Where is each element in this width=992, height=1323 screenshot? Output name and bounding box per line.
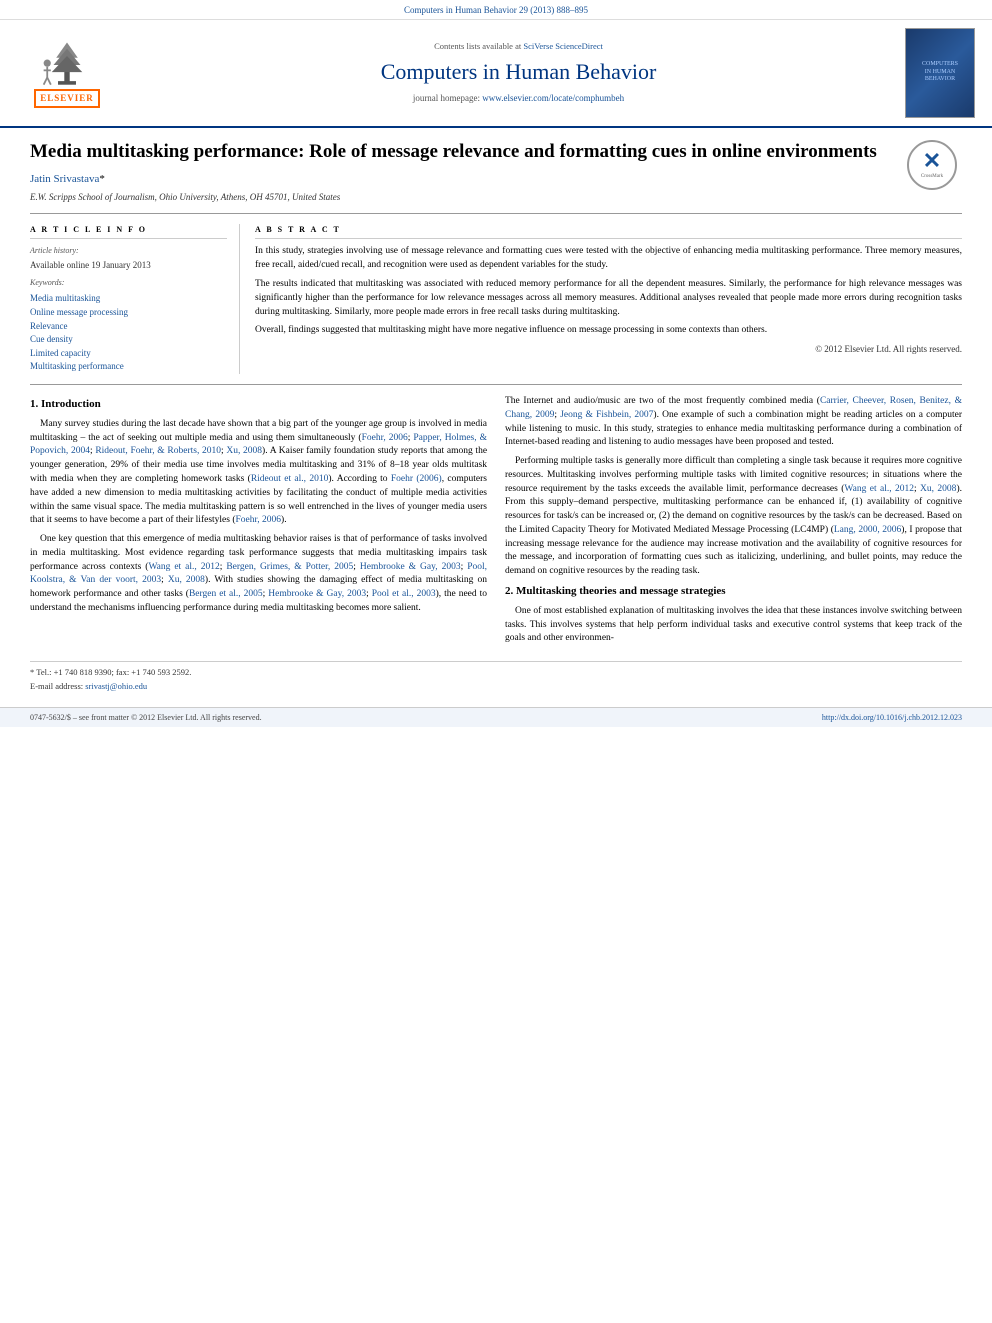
- journal-title: Computers in Human Behavior: [142, 57, 895, 88]
- footer-notes: * Tel.: +1 740 818 9390; fax: +1 740 593…: [30, 661, 962, 693]
- cite-foehr-2006b[interactable]: Foehr (2006): [391, 474, 442, 484]
- crossmark-badge[interactable]: ✕ CrossMark: [907, 140, 962, 195]
- article-info-column: A R T I C L E I N F O Article history: A…: [30, 224, 240, 374]
- journal-header-center: Contents lists available at SciVerse Sci…: [142, 41, 895, 104]
- cite-rideout-2010[interactable]: Rideout, Foehr, & Roberts, 2010: [95, 446, 221, 456]
- cite-bergen-2005[interactable]: Bergen, Grimes, & Potter, 2005: [226, 562, 353, 572]
- keyword-2[interactable]: Online message processing: [30, 306, 227, 319]
- article-author: Jatin Srivastava*: [30, 172, 962, 187]
- cite-rideout-et-al-2010[interactable]: Rideout et al., 2010: [251, 474, 329, 484]
- abstract-para-1: In this study, strategies involving use …: [255, 245, 962, 273]
- cite-xu-2008a[interactable]: Xu, 2008: [226, 446, 262, 456]
- body-left-column: 1. Introduction Many survey studies duri…: [30, 395, 487, 651]
- body-two-col: 1. Introduction Many survey studies duri…: [30, 395, 962, 651]
- homepage-url[interactable]: www.elsevier.com/locate/comphumbeh: [482, 93, 624, 103]
- article-history-label: Article history:: [30, 245, 227, 256]
- sciverse-link[interactable]: SciVerse ScienceDirect: [523, 41, 603, 51]
- abstract-copyright: © 2012 Elsevier Ltd. All rights reserved…: [255, 343, 962, 356]
- abstract-label: A B S T R A C T: [255, 224, 962, 239]
- cite-foehr-2006[interactable]: Foehr, 2006: [362, 433, 408, 443]
- article-info-label: A R T I C L E I N F O: [30, 224, 227, 239]
- footer-tel: * Tel.: +1 740 818 9390; fax: +1 740 593…: [30, 667, 962, 679]
- journal-homepage: journal homepage: www.elsevier.com/locat…: [142, 92, 895, 105]
- journal-cover-image: COMPUTERSIN HUMANBEHAVIOR: [905, 28, 975, 118]
- journal-cover: COMPUTERSIN HUMANBEHAVIOR: [905, 28, 980, 118]
- article-affiliation: E.W. Scripps School of Journalism, Ohio …: [30, 191, 962, 204]
- cite-pool-2003b[interactable]: Pool et al., 2003: [372, 589, 436, 599]
- abstract-text: In this study, strategies involving use …: [255, 245, 962, 338]
- section1-title: Introduction: [41, 398, 101, 410]
- cite-foehr-2006c[interactable]: Foehr, 2006: [236, 515, 282, 525]
- keyword-5[interactable]: Limited capacity: [30, 347, 227, 360]
- footer-email-label: E-mail address:: [30, 681, 85, 691]
- journal-reference: Computers in Human Behavior 29 (2013) 88…: [404, 5, 588, 15]
- cite-lang-2000[interactable]: Lang, 2000, 2006: [834, 525, 901, 535]
- abstract-para-2: The results indicated that multitasking …: [255, 278, 962, 319]
- section2-para-1: One of most established explanation of m…: [505, 605, 962, 646]
- journal-header: ELSEVIER Contents lists available at Sci…: [0, 20, 992, 128]
- section1-heading: 1. Introduction: [30, 397, 487, 413]
- cite-hembrooke-2003[interactable]: Hembrooke & Gay, 2003: [360, 562, 461, 572]
- section1-para-1: Many survey studies during the last deca…: [30, 418, 487, 528]
- section1-number: 1.: [30, 398, 38, 410]
- article-meta-row: A R T I C L E I N F O Article history: A…: [30, 224, 962, 385]
- article-title: Media multitasking performance: Role of …: [30, 140, 962, 165]
- crossmark-label: CrossMark: [921, 173, 943, 180]
- footer-email-line: E-mail address: srivastj@ohio.edu: [30, 681, 962, 693]
- section1-right-para-2: Performing multiple tasks is generally m…: [505, 455, 962, 579]
- elsevier-brand-text: ELSEVIER: [34, 89, 100, 108]
- keywords-list: Media multitasking Online message proces…: [30, 292, 227, 373]
- cite-wang-2012b[interactable]: Wang et al., 2012: [844, 484, 914, 494]
- author-name[interactable]: Jatin Srivastava: [30, 173, 99, 185]
- author-footnote-star: *: [99, 173, 105, 185]
- keyword-4[interactable]: Cue density: [30, 333, 227, 346]
- available-online: Available online 19 January 2013: [30, 259, 227, 272]
- crossmark-icon: ✕: [923, 150, 941, 172]
- cite-bergen-2005b[interactable]: Bergen et al., 2005: [189, 589, 263, 599]
- keyword-1[interactable]: Media multitasking: [30, 292, 227, 305]
- footer-email-link[interactable]: srivastj@ohio.edu: [85, 681, 147, 691]
- sciverse-line: Contents lists available at SciVerse Sci…: [142, 41, 895, 53]
- section2-number: 2.: [505, 585, 513, 597]
- keyword-3[interactable]: Relevance: [30, 320, 227, 333]
- body-right-column: The Internet and audio/music are two of …: [505, 395, 962, 651]
- abstract-para-3: Overall, findings suggested that multita…: [255, 324, 962, 338]
- section2-title: Multitasking theories and message strate…: [516, 585, 726, 597]
- cite-jeong-2007[interactable]: Jeong & Fishbein, 2007: [560, 410, 653, 420]
- elsevier-logo: ELSEVIER: [12, 38, 122, 108]
- article-content: Media multitasking performance: Role of …: [0, 128, 992, 707]
- section2-heading: 2. Multitasking theories and message str…: [505, 584, 962, 600]
- section1-right-para-1: The Internet and audio/music are two of …: [505, 395, 962, 450]
- bottom-bar: 0747-5632/$ – see front matter © 2012 El…: [0, 707, 992, 727]
- section1-para-2: One key question that this emergence of …: [30, 533, 487, 616]
- bottom-doi[interactable]: http://dx.doi.org/10.1016/j.chb.2012.12.…: [822, 712, 962, 723]
- keyword-6[interactable]: Multitasking performance: [30, 360, 227, 373]
- journal-logo-area: ELSEVIER: [12, 38, 132, 108]
- journal-top-bar: Computers in Human Behavior 29 (2013) 88…: [0, 0, 992, 20]
- cite-xu-2008c[interactable]: Xu, 2008: [920, 484, 956, 494]
- elsevier-tree-icon: [27, 38, 107, 87]
- bottom-copyright: 0747-5632/$ – see front matter © 2012 El…: [30, 712, 262, 723]
- cite-wang-2012[interactable]: Wang et al., 2012: [148, 562, 219, 572]
- article-title-section: Media multitasking performance: Role of …: [30, 140, 962, 215]
- abstract-column: A B S T R A C T In this study, strategie…: [255, 224, 962, 374]
- keywords-label: Keywords:: [30, 277, 227, 288]
- cite-xu-2008b[interactable]: Xu, 2008: [168, 575, 205, 585]
- cite-hembrooke-2003b[interactable]: Hembrooke & Gay, 2003: [268, 589, 366, 599]
